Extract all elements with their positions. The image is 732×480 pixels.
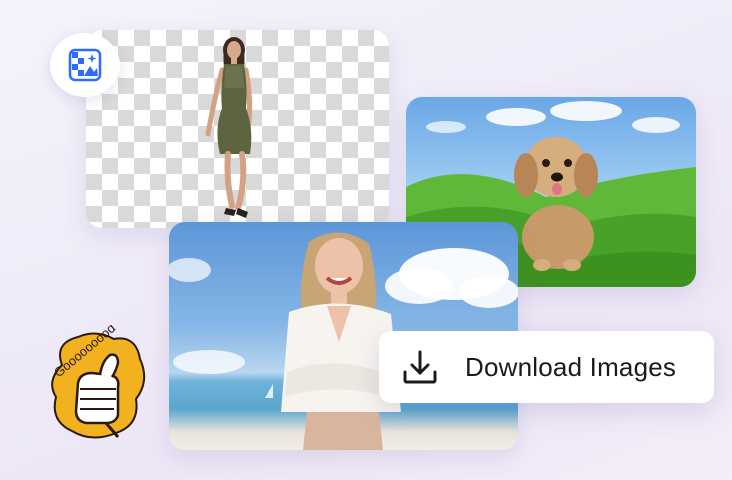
- download-images-button[interactable]: Download Images: [379, 331, 714, 403]
- magic-image-badge: [50, 33, 120, 97]
- download-icon: [403, 350, 437, 384]
- magic-image-icon: [68, 48, 102, 82]
- download-images-label: Download Images: [465, 351, 677, 382]
- woman-in-dress-image: [205, 37, 253, 218]
- good-sticker: Gooooooood: [44, 320, 152, 443]
- thumbs-up-icon: Gooooooood: [51, 320, 146, 439]
- transparent-background-card: [86, 30, 389, 228]
